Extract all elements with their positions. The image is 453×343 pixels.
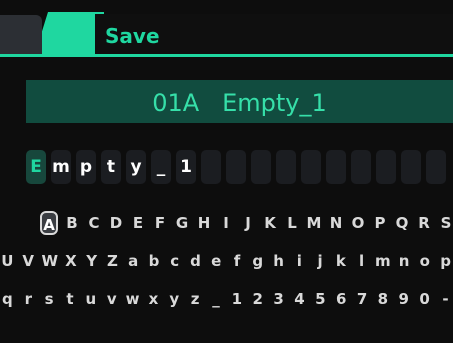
keyboard-key[interactable]: 3 bbox=[271, 290, 286, 308]
keyboard-key[interactable]: H bbox=[196, 214, 212, 232]
keyboard-key[interactable]: p bbox=[438, 252, 453, 270]
keyboard-key[interactable]: V bbox=[21, 252, 36, 270]
keyboard-key[interactable]: W bbox=[42, 252, 59, 270]
keyboard-key[interactable]: n bbox=[397, 252, 412, 270]
keyboard-key[interactable]: 4 bbox=[292, 290, 307, 308]
name-char-cell[interactable] bbox=[351, 150, 371, 184]
keyboard-key[interactable]: d bbox=[188, 252, 203, 270]
keyboard-key[interactable]: h bbox=[271, 252, 286, 270]
keyboard-key[interactable]: g bbox=[250, 252, 265, 270]
header: Save bbox=[0, 0, 453, 62]
keyboard-key[interactable]: y bbox=[167, 290, 182, 308]
keyboard-key[interactable]: I bbox=[218, 214, 234, 232]
name-char-cell[interactable] bbox=[276, 150, 296, 184]
name-char-cell[interactable] bbox=[201, 150, 221, 184]
name-char-cell[interactable]: t bbox=[101, 150, 121, 184]
keyboard-key[interactable]: i bbox=[292, 252, 307, 270]
keyboard-key[interactable]: A bbox=[40, 211, 58, 235]
keyboard-key[interactable]: Y bbox=[84, 252, 99, 270]
keyboard-key[interactable]: u bbox=[83, 290, 98, 308]
keyboard-key[interactable]: - bbox=[438, 290, 453, 308]
keyboard-key[interactable]: r bbox=[21, 290, 36, 308]
save-slot-name-bar: 01A Empty_1 bbox=[26, 80, 453, 123]
keyboard-key[interactable]: 8 bbox=[375, 290, 390, 308]
keyboard-key[interactable]: t bbox=[63, 290, 78, 308]
keyboard-key[interactable]: w bbox=[125, 290, 140, 308]
keyboard-key[interactable]: j bbox=[313, 252, 328, 270]
save-slot-name: 01A Empty_1 bbox=[152, 89, 327, 117]
name-char-cell[interactable] bbox=[426, 150, 446, 184]
name-char-cell[interactable]: _ bbox=[151, 150, 171, 184]
name-char-cell[interactable]: p bbox=[76, 150, 96, 184]
keyboard-key[interactable]: a bbox=[126, 252, 141, 270]
keyboard-key[interactable]: E bbox=[130, 214, 146, 232]
save-tab[interactable] bbox=[34, 12, 104, 57]
keyboard-key[interactable]: S bbox=[438, 214, 453, 232]
name-char-cell[interactable]: y bbox=[126, 150, 146, 184]
save-title: Save bbox=[105, 24, 160, 48]
keyboard-key[interactable]: F bbox=[152, 214, 168, 232]
tab-corner-decoration bbox=[0, 15, 42, 54]
header-divider bbox=[0, 54, 453, 57]
keyboard-key[interactable]: _ bbox=[209, 290, 224, 308]
name-char-cell[interactable]: m bbox=[51, 150, 71, 184]
keyboard-row-2: UVWXYZabcdefghijklmnop bbox=[0, 246, 453, 276]
keyboard-key[interactable]: k bbox=[333, 252, 348, 270]
keyboard-key[interactable]: X bbox=[64, 252, 79, 270]
keyboard-key[interactable]: l bbox=[354, 252, 369, 270]
name-char-cell[interactable] bbox=[326, 150, 346, 184]
keyboard-key[interactable]: v bbox=[104, 290, 119, 308]
name-char-cell[interactable] bbox=[251, 150, 271, 184]
keyboard-key[interactable]: 5 bbox=[313, 290, 328, 308]
keyboard-key[interactable]: 6 bbox=[334, 290, 349, 308]
keyboard-key[interactable]: B bbox=[64, 214, 80, 232]
keyboard-key[interactable]: 2 bbox=[250, 290, 265, 308]
keyboard-key[interactable]: Z bbox=[105, 252, 120, 270]
name-char-cell[interactable]: E bbox=[26, 150, 46, 184]
keyboard-key[interactable]: o bbox=[417, 252, 432, 270]
keyboard-key[interactable]: D bbox=[108, 214, 124, 232]
keyboard-key[interactable]: z bbox=[188, 290, 203, 308]
name-char-cell[interactable]: 1 bbox=[176, 150, 196, 184]
keyboard-key[interactable]: 7 bbox=[355, 290, 370, 308]
keyboard-key[interactable]: s bbox=[42, 290, 57, 308]
keyboard-key[interactable]: q bbox=[0, 290, 15, 308]
keyboard-key[interactable]: 9 bbox=[396, 290, 411, 308]
keyboard-key[interactable]: O bbox=[350, 214, 366, 232]
keyboard-key[interactable]: P bbox=[372, 214, 388, 232]
keyboard-key[interactable]: N bbox=[328, 214, 344, 232]
keyboard-key[interactable]: M bbox=[306, 214, 322, 232]
keyboard-key[interactable]: C bbox=[86, 214, 102, 232]
keyboard-key[interactable]: e bbox=[209, 252, 224, 270]
keyboard-key[interactable]: m bbox=[375, 252, 391, 270]
keyboard-key[interactable]: U bbox=[0, 252, 15, 270]
keyboard-key[interactable]: Q bbox=[394, 214, 410, 232]
keyboard-key[interactable]: K bbox=[262, 214, 278, 232]
keyboard-key[interactable]: R bbox=[416, 214, 432, 232]
keyboard-key[interactable]: b bbox=[147, 252, 162, 270]
keyboard-key[interactable]: G bbox=[174, 214, 190, 232]
keyboard-key[interactable]: c bbox=[167, 252, 182, 270]
keyboard-key[interactable]: 1 bbox=[229, 290, 244, 308]
keyboard-key[interactable]: f bbox=[230, 252, 245, 270]
keyboard-key[interactable]: L bbox=[284, 214, 300, 232]
keyboard-key[interactable]: J bbox=[240, 214, 256, 232]
name-char-cells: Em p t y _ 1 bbox=[26, 150, 446, 184]
keyboard-row-1: ABCDEFGHIJKLMNOPQRST bbox=[40, 208, 453, 238]
name-char-cell[interactable] bbox=[226, 150, 246, 184]
keyboard-row-3: q r s t u v w x y z _ 1 2 3 4 5 6 7 8 9 0- bbox=[0, 284, 453, 314]
keyboard-key[interactable]: 0 bbox=[417, 290, 432, 308]
name-char-cell[interactable] bbox=[401, 150, 421, 184]
keyboard-key[interactable]: x bbox=[146, 290, 161, 308]
name-char-cell[interactable] bbox=[376, 150, 396, 184]
name-char-cell[interactable] bbox=[301, 150, 321, 184]
